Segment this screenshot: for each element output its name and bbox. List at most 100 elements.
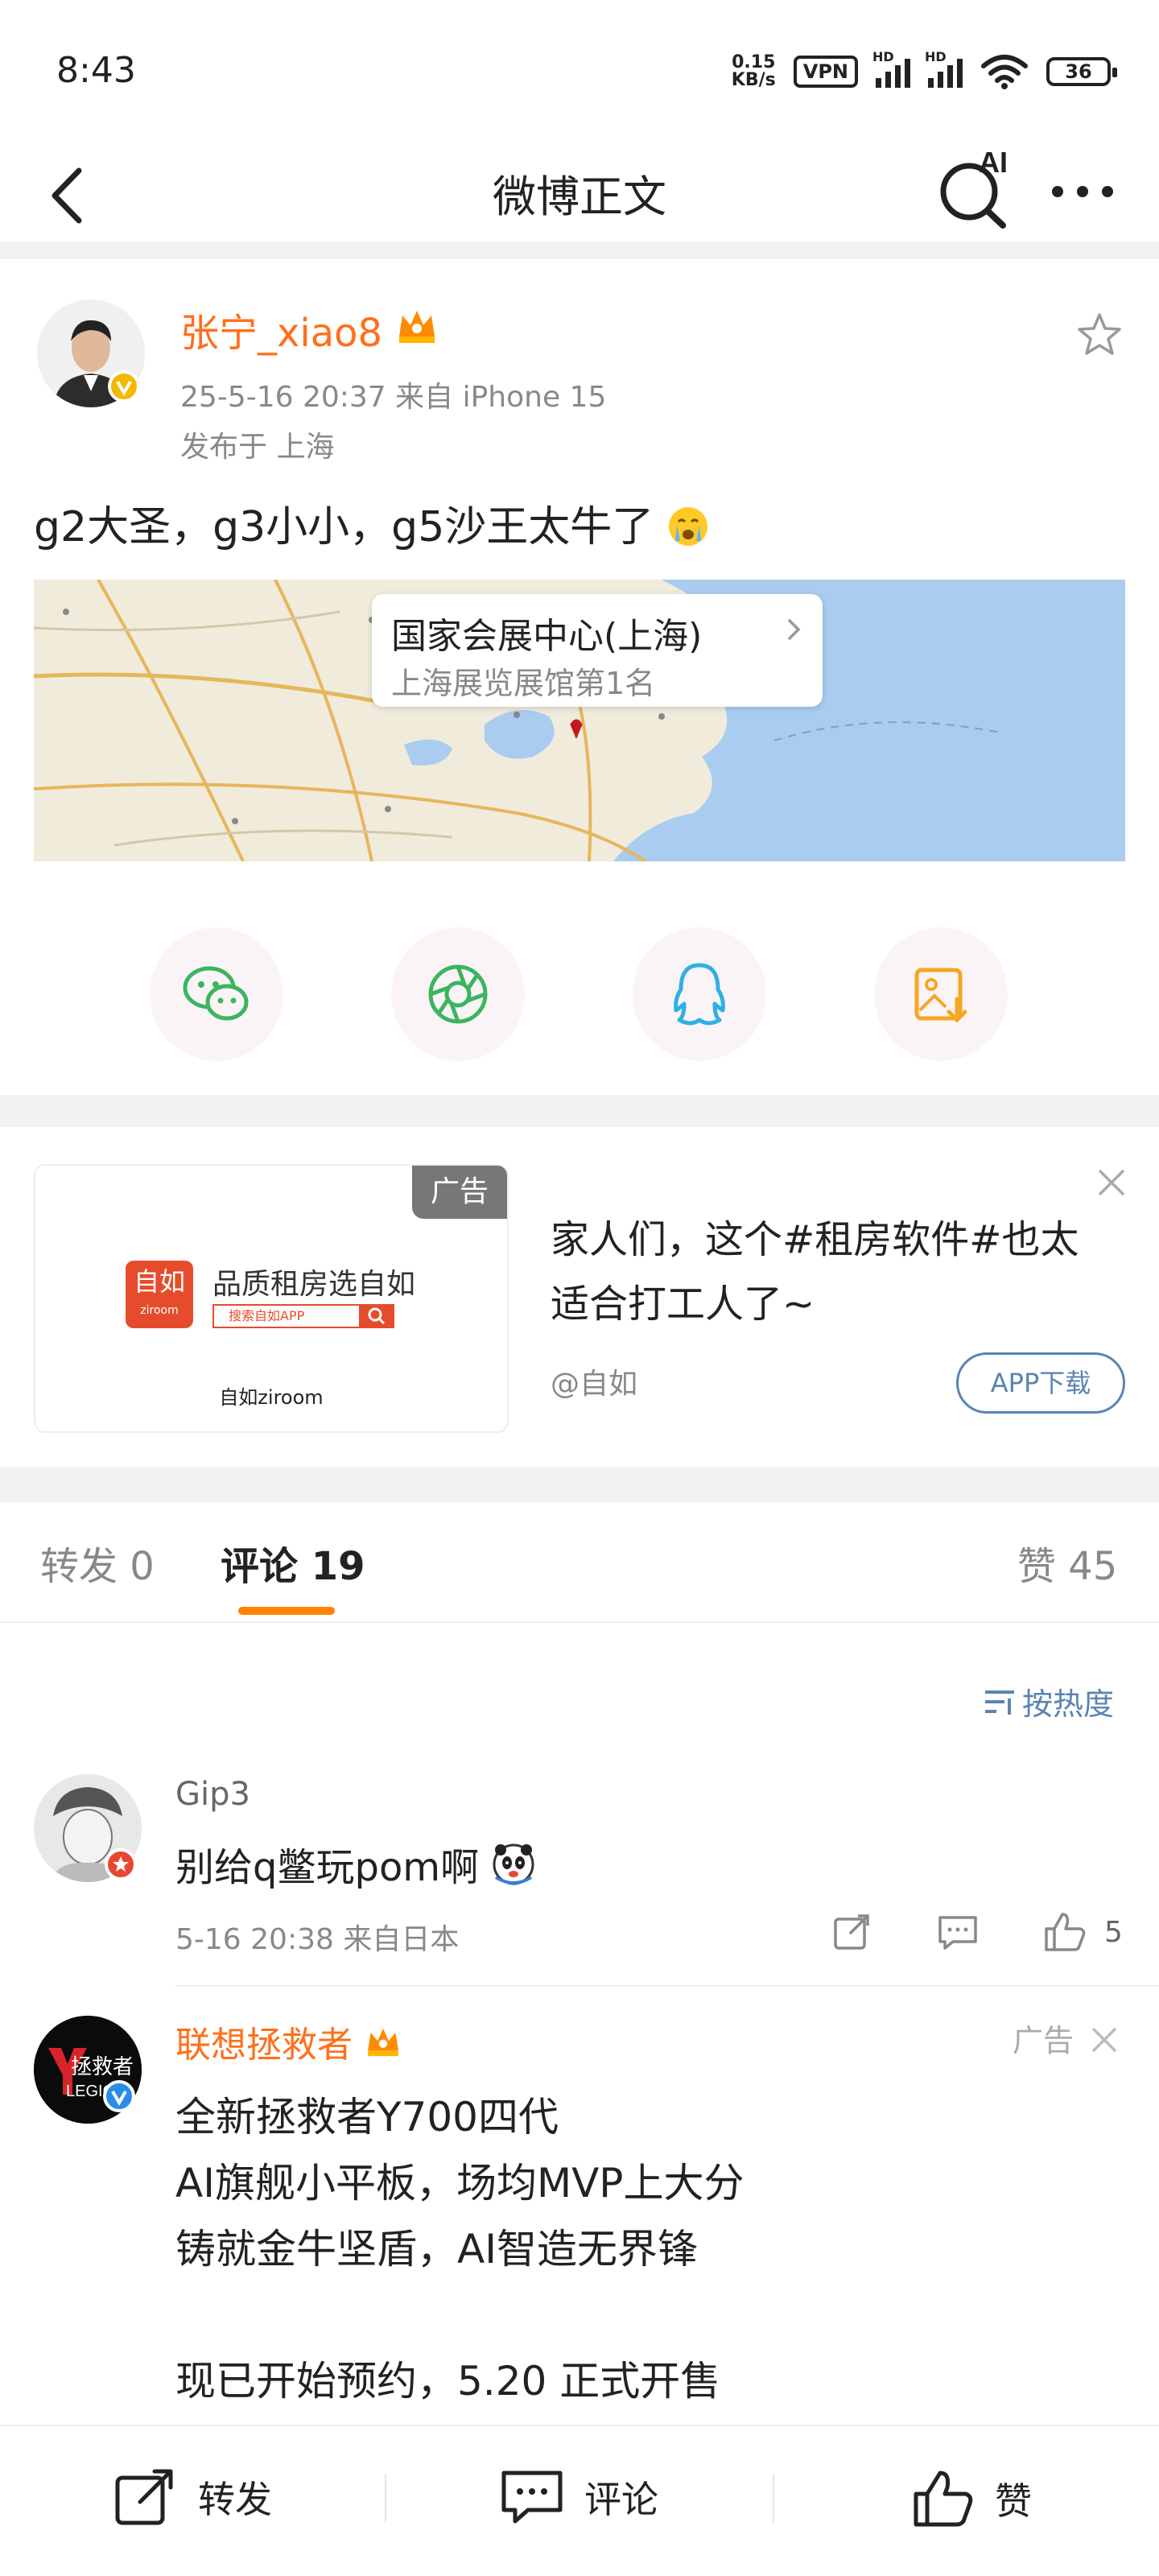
qq-icon	[674, 963, 725, 1026]
moments-icon	[428, 964, 488, 1024]
battery-icon: 36	[1046, 57, 1117, 86]
tab-repost[interactable]: 转发 0	[40, 1534, 155, 1591]
like-label: 赞	[995, 2479, 1032, 2523]
member-badge-icon	[105, 1848, 137, 1880]
chevron-right-icon	[787, 618, 801, 641]
repost-icon	[115, 2469, 173, 2525]
share-moments-button[interactable]	[391, 927, 525, 1061]
bottom-bar-divider	[773, 2475, 774, 2523]
ad-thumbnail[interactable]: 广告 自如 ziroom 品质租房选自如 搜索自如APP 自如ziroom	[34, 1164, 509, 1433]
sort-label: 按热度	[1022, 1686, 1115, 1722]
weibo-post: 张宁_xiao8 25-5-16 20:37 来自 iPhone 15 发布于 …	[0, 259, 1159, 1095]
author-name[interactable]: 张宁_xiao8	[180, 301, 382, 357]
network-speed-value: 0.15	[732, 52, 776, 72]
section-divider	[0, 242, 1159, 259]
map-place-rank: 上海展览展馆第1名	[391, 666, 656, 701]
app-download-button[interactable]: APP下载	[956, 1352, 1125, 1414]
map-place-name: 国家会展中心(上海)	[391, 616, 703, 657]
ad-tag: 广告	[412, 1166, 507, 1219]
ad-search-icon	[359, 1304, 394, 1328]
comment-item: Gip3 别给q鳖玩pom啊 5-16 20:38 来自日本 5	[0, 1763, 1159, 1987]
ziroom-logo-en: ziroom	[140, 1304, 179, 1317]
ad-comment-user[interactable]: 联想拯救者	[175, 2016, 402, 2067]
share-qq-button[interactable]	[633, 927, 766, 1061]
like-icon	[914, 2471, 973, 2527]
ad-source[interactable]: @自如	[551, 1360, 637, 1402]
comment-divider	[175, 1985, 1159, 1987]
ai-label: AI	[979, 146, 1008, 179]
panda-emoji-icon	[493, 1843, 534, 1885]
repost-label: 转发	[198, 2478, 272, 2521]
tab-comment[interactable]: 评论 19	[221, 1534, 365, 1591]
bottom-bar-divider	[385, 2475, 386, 2523]
status-time: 8:43	[56, 50, 136, 91]
ad-comment-line: 铸就金牛坚盾，AI智造无界锋	[175, 2226, 698, 2273]
sort-icon	[985, 1690, 1014, 1715]
sort-by-hot-button[interactable]: 按热度	[982, 1679, 1114, 1724]
close-icon[interactable]	[1087, 2022, 1122, 2058]
comment-label: 评论	[584, 2478, 658, 2521]
ad-comment-tag: 广告	[1013, 2023, 1074, 2058]
share-comment-icon[interactable]	[827, 1908, 876, 1956]
ai-search-icon[interactable]: AI	[934, 145, 1014, 233]
favorite-star-icon[interactable]	[1075, 311, 1124, 359]
repost-button[interactable]: 转发	[113, 2467, 272, 2528]
like-comment-icon[interactable]	[1040, 1908, 1088, 1956]
status-bar: 8:43 0.15 KB/s VPN HD HD 36	[0, 0, 1159, 145]
verified-badge-icon	[108, 370, 140, 402]
signal-icon: HD	[925, 49, 963, 88]
network-speed: 0.15 KB/s	[732, 54, 776, 89]
tab-like[interactable]: 赞 45	[1017, 1534, 1117, 1591]
network-speed-unit: KB/s	[731, 70, 776, 90]
wifi-icon	[981, 55, 1028, 89]
save-image-button[interactable]	[874, 927, 1008, 1061]
share-wechat-button[interactable]	[150, 927, 283, 1061]
ad-comment-line: AI旗舰小平板，场均MVP上大分	[175, 2160, 744, 2207]
ad-comment-line: 全新拯救者Y700四代	[175, 2094, 559, 2140]
signal-icon: HD	[872, 49, 910, 88]
post-text: g2大圣，g3小小，g5沙王太牛了	[34, 493, 709, 553]
comment-text: 别给q鳖玩pom啊	[175, 1835, 536, 1892]
location-map[interactable]: 国家会展中心(上海) 上海展览展馆第1名	[34, 580, 1125, 861]
crown-badge-icon	[399, 311, 435, 343]
vpn-icon: VPN	[793, 56, 858, 88]
comment-button[interactable]: 评论	[499, 2467, 658, 2528]
ad-comment-user-name: 联想拯救者	[175, 2025, 353, 2066]
ad-search-box: 搜索自如APP	[212, 1304, 361, 1328]
comment-text-content: 别给q鳖玩pom啊	[175, 1845, 480, 1890]
map-location-card[interactable]: 国家会展中心(上海) 上海展览展馆第1名	[372, 594, 823, 707]
status-icons: 0.15 KB/s VPN HD HD 36	[732, 49, 1117, 90]
tab-active-indicator	[238, 1607, 335, 1615]
post-tabs: 转发 0 评论 19 赞 45	[0, 1502, 1159, 1623]
ad-brand-line: 自如ziroom	[219, 1386, 324, 1409]
ad-card[interactable]: 广告 自如 ziroom 品质租房选自如 搜索自如APP 自如ziroom 家人…	[0, 1127, 1159, 1465]
comment-time: 5-16 20:38 来自日本	[175, 1923, 460, 1956]
section-divider	[0, 1467, 1159, 1502]
ad-comment-line: 现已开始预约，5.20 正式开售	[175, 2358, 721, 2405]
crying-emoji-icon	[668, 507, 707, 546]
close-icon[interactable]	[1091, 1162, 1132, 1203]
comment-icon	[501, 2471, 563, 2524]
comment-like-count: 5	[1104, 1916, 1123, 1949]
hd-label: HD	[925, 49, 947, 64]
verified-blue-badge-icon	[103, 2080, 135, 2112]
ad-slogan: 品质租房选自如	[212, 1268, 416, 1301]
crown-badge-icon	[368, 2028, 398, 2057]
hd-label: HD	[872, 49, 894, 64]
more-icon[interactable]	[1046, 175, 1119, 208]
like-button[interactable]: 赞	[909, 2467, 1032, 2531]
commenter-name[interactable]: Gip3	[175, 1776, 250, 1813]
ad-comment-item[interactable]: 拯救者 LEGION 联想拯救者 广告 全新拯救者Y700四代 AI旗舰小平板，…	[0, 1988, 1159, 2439]
bottom-action-bar: 转发 评论 赞	[0, 2425, 1159, 2576]
post-text-content: g2大圣，g3小小，g5沙王太牛了	[34, 503, 654, 551]
reply-comment-icon[interactable]	[934, 1908, 982, 1956]
post-meta: 25-5-16 20:37 来自 iPhone 15	[180, 381, 607, 414]
ziroom-logo-cn: 自如	[133, 1266, 185, 1297]
nav-bar: 微博正文 AI	[0, 145, 1159, 242]
post-location: 发布于 上海	[180, 431, 335, 464]
section-divider	[0, 1095, 1159, 1127]
legion-avatar-text: 拯救者	[71, 2055, 134, 2079]
ziroom-logo: 自如 ziroom	[126, 1261, 193, 1328]
wechat-icon	[183, 966, 249, 1021]
save-image-icon	[914, 968, 967, 1023]
